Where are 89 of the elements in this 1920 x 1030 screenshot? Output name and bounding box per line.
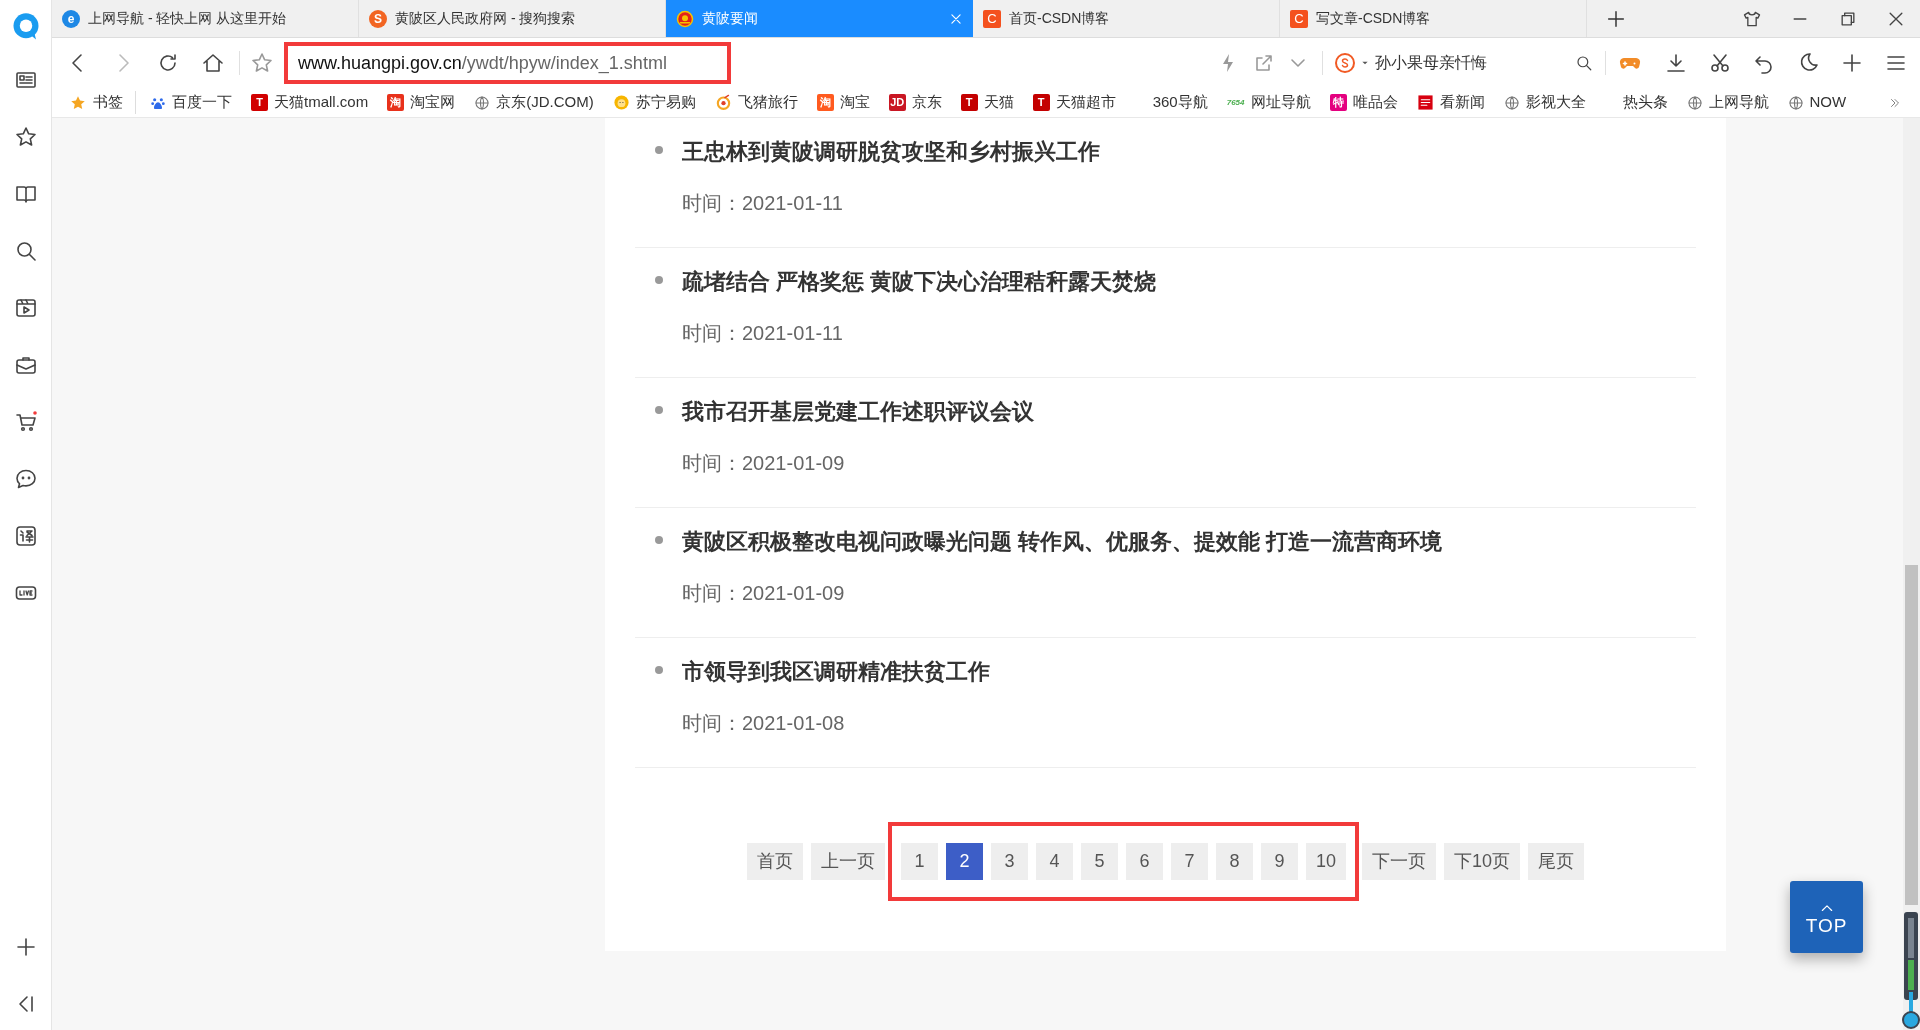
page-button[interactable]: 上一页 [810,843,885,880]
page-button[interactable]: 7 [1170,843,1208,880]
news-date: 时间：2021-01-09 [682,451,846,476]
bookmark-link[interactable]: 上网导航 [1677,91,1778,114]
lion-icon [612,94,630,111]
site-icon: C [983,9,1001,28]
bookmark-link[interactable]: 书签 [60,91,136,114]
page-button[interactable]: 4 [1035,843,1073,880]
back-to-top-button[interactable]: TOP [1790,881,1863,953]
bookmark-link[interactable]: 百度一下 [141,91,241,114]
bookmark-link[interactable]: 京东(JD.COM) [465,91,603,114]
page-button[interactable]: 5 [1080,843,1118,880]
site-logo: 7654 [1226,98,1245,107]
page-button[interactable]: 下10页 [1444,843,1521,880]
news-title-link[interactable]: 市领导到我区调研精准扶贫工作 [682,658,990,686]
bookmark-link[interactable]: 淘 淘宝网 [378,91,465,114]
star-icon[interactable] [13,125,38,149]
news-date: 时间：2021-01-11 [682,321,844,346]
bookmark-link[interactable]: 看新闻 [1407,91,1494,114]
scrollbar[interactable] [1903,118,1920,1030]
site-icon: e [62,9,80,28]
news-title-link[interactable]: 黄陂区积极整改电视问政曝光问题 转作风、优服务、提效能 打造一流营商环境 [682,528,1443,556]
news-date: 时间：2021-01-08 [682,711,846,736]
site-logo: JD [888,94,906,111]
search-engine-icon[interactable] [1335,53,1355,73]
ring-icon [714,94,732,111]
site-icon: S [369,9,387,28]
cart-icon[interactable] [13,410,38,434]
scissors-icon[interactable] [1708,51,1732,75]
engine-logo-icon [1339,57,1351,69]
site-logo: T [960,94,978,111]
page-button[interactable]: 2 [945,843,983,880]
home-icon[interactable] [201,51,225,75]
globe-icon [1503,94,1520,111]
chat-icon[interactable] [13,467,38,491]
bookmark-link[interactable]: T 天猫tmall.com [242,91,378,114]
page-button[interactable]: 首页 [746,843,803,880]
bookmark-link[interactable]: T 天猫 [951,91,1023,114]
globe-icon [474,94,491,111]
site-logo: 淘 [387,94,405,111]
news-title-link[interactable]: 王忠林到黄陂调研脱贫攻坚和乡村振兴工作 [682,138,1100,166]
add-icon[interactable] [1840,51,1864,75]
bookmark-star-icon[interactable] [250,51,274,75]
thermometer-icon [1902,912,1920,1030]
page-button[interactable]: 8 [1215,843,1253,880]
emblem-icon [676,9,694,28]
globe-icon [1787,94,1804,111]
page-button[interactable]: 1 [900,843,938,880]
tab-title: 黄陂要闻 [702,9,759,28]
bookmark-link[interactable]: 影视大全 [1494,91,1595,114]
site-logo: 特 [1329,94,1347,111]
bookmark-link[interactable]: 淘 淘宝 [807,91,879,114]
bookmark-link[interactable]: T 天猫超市 [1023,91,1125,114]
news-date: 时间：2021-01-11 [682,191,844,216]
news-logo-icon [1416,94,1434,111]
download-icon[interactable] [1664,51,1688,75]
page-button[interactable]: 9 [1260,843,1298,880]
scroll-thumb[interactable] [1905,565,1918,905]
site-logo: T [1032,94,1050,111]
page-button[interactable]: 3 [990,843,1028,880]
tab-title: 黄陂区人民政府网 - 搜狗搜索 [395,9,577,28]
bookmark-link[interactable]: NOW [1778,91,1856,114]
bookmark-link[interactable]: JD 京东 [879,91,951,114]
translate-icon[interactable] [13,524,38,548]
bookmark-link[interactable]: 飞猪旅行 [705,91,807,114]
bookmark-link[interactable]: 7654 网址导航 [1217,91,1320,114]
site-logo: 淘 [816,94,834,111]
video-icon[interactable] [13,296,38,320]
search-field[interactable]: 孙小果母亲忏悔 [1335,51,1593,75]
site-logo: T [251,94,268,111]
bookmark-link[interactable]: 苏宁易购 [603,91,705,114]
bookmark-link[interactable]: 特 唯品会 [1320,91,1407,114]
caret-icon [1361,59,1369,67]
page-button[interactable]: 6 [1125,843,1163,880]
bookmark-link[interactable]: 热头条 [1613,91,1677,114]
globe-icon [1686,94,1703,111]
site-icon: C [1290,9,1308,28]
search-icon[interactable] [1575,54,1593,72]
news-title-link[interactable]: 疏堵结合 严格奖惩 黄陂下决心治理秸秆露天焚烧 [682,268,1157,296]
address-field[interactable]: www.huangpi.gov.cn/ywdt/hpyw/index_1.shtml [284,42,731,84]
bookmark-link[interactable]: 360导航 [1143,91,1217,114]
tab-title: 上网导航 - 轻快上网 从这里开始 [88,9,288,28]
page-button[interactable]: 尾页 [1528,843,1585,880]
news-title-link[interactable]: 我市召开基层党建工作述职评议会议 [682,398,1034,426]
tab-title: 首页-CSDN博客 [1009,9,1111,28]
page-button[interactable]: 10 [1305,843,1346,880]
page-button[interactable]: 下一页 [1362,843,1436,880]
news-date: 时间：2021-01-09 [682,581,846,606]
tab-title: 写文章-CSDN博客 [1316,9,1432,28]
